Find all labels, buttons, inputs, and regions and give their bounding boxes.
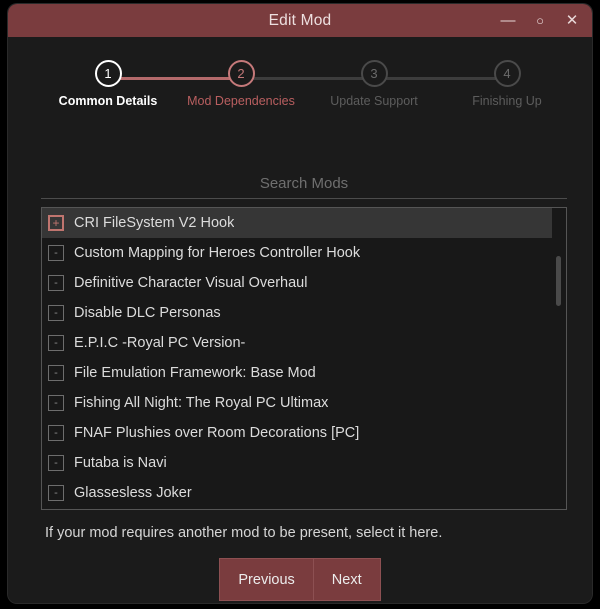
mod-list-item-label: E.P.I.C -Royal PC Version- — [74, 335, 246, 351]
mod-list-item[interactable]: - File Emulation Framework: Base Mod — [42, 358, 566, 388]
wizard-buttons: Previous Next — [8, 558, 592, 601]
window-title: Edit Mod — [268, 11, 332, 29]
mod-list-item[interactable]: - Glassesless Joker — [42, 478, 566, 508]
title-bar[interactable]: Edit Mod — ○ ✕ — [8, 4, 592, 37]
mod-list-item[interactable]: - Fishing All Night: The Royal PC Ultimax — [42, 388, 566, 418]
mod-list-item-label: Definitive Character Visual Overhaul — [74, 275, 308, 291]
mod-list-item[interactable]: - Disable DLC Personas — [42, 298, 566, 328]
step-update-support[interactable]: 3 Update Support — [314, 55, 434, 108]
mod-list[interactable]: + CRI FileSystem V2 Hook - Custom Mapping f… — [41, 207, 567, 510]
mod-list-item-label: Fishing All Night: The Royal PC Ultimax — [74, 395, 329, 411]
checkbox-unchecked-icon[interactable]: - — [48, 395, 64, 411]
step-3-label: Update Support — [330, 94, 418, 108]
mod-list-item-label: Glassesless Joker — [74, 485, 192, 501]
mod-list-item[interactable]: - Custom Mapping for Heroes Controller Ho… — [42, 238, 566, 268]
step-2-label: Mod Dependencies — [187, 94, 295, 108]
checkbox-unchecked-icon[interactable]: - — [48, 485, 64, 501]
scrollbar-thumb[interactable] — [556, 256, 561, 306]
checkbox-unchecked-icon[interactable]: - — [48, 455, 64, 471]
mod-list-item-label: CRI FileSystem V2 Hook — [74, 215, 235, 231]
checkbox-checked-icon[interactable]: + — [48, 215, 64, 231]
checkbox-unchecked-icon[interactable]: - — [48, 425, 64, 441]
mod-list-scrollbar[interactable] — [553, 209, 564, 508]
search-input[interactable] — [41, 171, 567, 196]
step-1-bubble: 1 — [94, 60, 122, 87]
mod-list-item-label: Custom Mapping for Heroes Controller Hoo… — [74, 245, 361, 261]
mod-list-item[interactable]: - — [42, 508, 566, 509]
mod-list-item[interactable]: - Definitive Character Visual Overhaul — [42, 268, 566, 298]
maximize-icon[interactable]: ○ — [524, 4, 556, 37]
previous-button[interactable]: Previous — [219, 558, 313, 601]
checkbox-unchecked-icon[interactable]: - — [48, 335, 64, 351]
mod-list-item[interactable]: - E.P.I.C -Royal PC Version- — [42, 328, 566, 358]
mod-list-item[interactable]: - Futaba is Navi — [42, 448, 566, 478]
mod-list-item[interactable]: - FNAF Plushies over Room Decorations [PC… — [42, 418, 566, 448]
step-3-bubble: 3 — [360, 60, 388, 87]
checkbox-unchecked-icon[interactable]: - — [48, 305, 64, 321]
mod-list-item[interactable]: + CRI FileSystem V2 Hook — [42, 208, 552, 238]
next-button[interactable]: Next — [312, 558, 381, 601]
checkbox-unchecked-icon[interactable]: - — [48, 245, 64, 261]
wizard-stepper: 1 Common Details 2 Mod Dependencies 3 Up… — [8, 55, 592, 127]
close-icon[interactable]: ✕ — [556, 4, 588, 37]
edit-mod-window: Edit Mod — ○ ✕ 1 Common Details 2 Mod De… — [8, 4, 592, 603]
step-4-bubble: 4 — [493, 60, 521, 87]
step-finishing-up[interactable]: 4 Finishing Up — [447, 55, 567, 108]
step-4-label: Finishing Up — [472, 94, 542, 108]
checkbox-unchecked-icon[interactable]: - — [48, 365, 64, 381]
mod-list-item-label: Disable DLC Personas — [74, 305, 221, 321]
checkbox-unchecked-icon[interactable]: - — [48, 275, 64, 291]
mod-list-item-label: File Emulation Framework: Base Mod — [74, 365, 316, 381]
minimize-icon[interactable]: — — [492, 4, 524, 37]
mod-list-item-label: FNAF Plushies over Room Decorations [PC] — [74, 425, 360, 441]
mod-list-rows: + CRI FileSystem V2 Hook - Custom Mapping f… — [42, 208, 566, 509]
window-body: 1 Common Details 2 Mod Dependencies 3 Up… — [8, 37, 592, 603]
step-common-details[interactable]: 1 Common Details — [48, 55, 168, 108]
search-field-wrapper — [41, 171, 567, 199]
window-controls: — ○ ✕ — [492, 4, 588, 37]
hint-text: If your mod requires another mod to be p… — [45, 525, 443, 541]
step-1-label: Common Details — [58, 94, 158, 108]
mod-list-item-label: Futaba is Navi — [74, 455, 167, 471]
step-2-bubble: 2 — [227, 60, 255, 87]
step-mod-dependencies[interactable]: 2 Mod Dependencies — [181, 55, 301, 108]
